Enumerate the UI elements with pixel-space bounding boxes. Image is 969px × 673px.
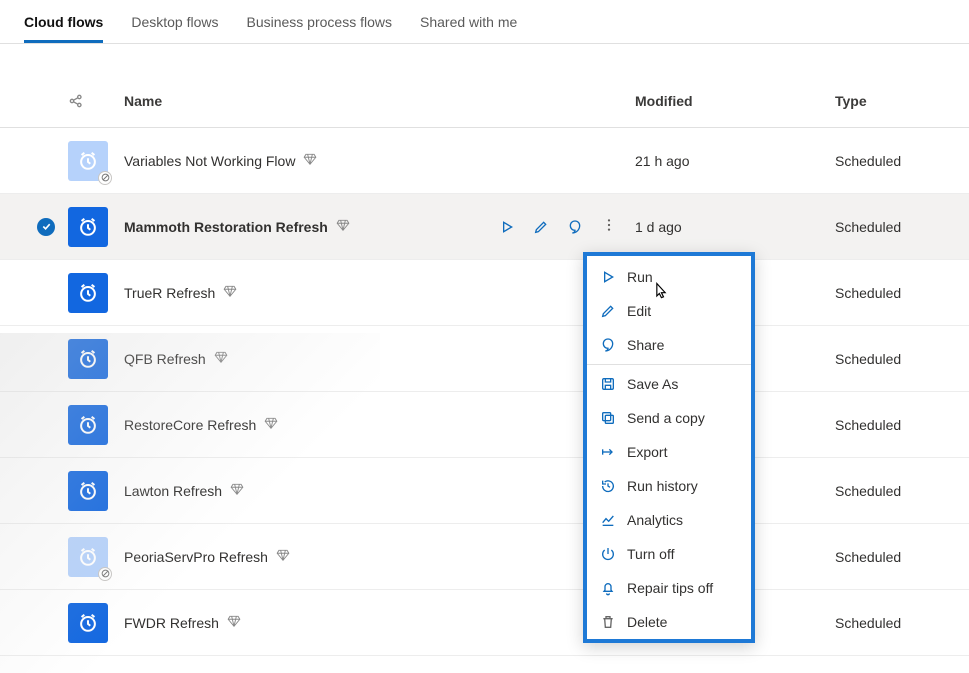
flow-type: Scheduled (835, 615, 945, 631)
flow-type: Scheduled (835, 549, 945, 565)
menu-item-save-as[interactable]: Save As (587, 367, 751, 401)
premium-icon (264, 416, 278, 433)
disabled-badge-icon (98, 171, 112, 185)
flow-clock-icon (68, 339, 108, 379)
menu-item-label: Send a copy (627, 410, 705, 426)
edit-button[interactable] (533, 219, 549, 235)
flow-name[interactable]: QFB Refresh (124, 351, 206, 367)
premium-icon (303, 152, 317, 169)
menu-item-label: Repair tips off (627, 580, 713, 596)
menu-divider (587, 364, 751, 365)
table-header: Name Modified Type (0, 74, 969, 128)
menu-item-label: Delete (627, 614, 667, 630)
flow-type: Scheduled (835, 285, 945, 301)
menu-item-turn-off[interactable]: Turn off (587, 537, 751, 571)
power-icon (599, 546, 617, 562)
more-actions-button[interactable] (601, 217, 617, 236)
history-icon (599, 478, 617, 494)
flow-name[interactable]: FWDR Refresh (124, 615, 219, 631)
premium-icon (214, 350, 228, 367)
table-row[interactable]: Lawton Refresh Scheduled (0, 458, 969, 524)
flow-tabs: Cloud flows Desktop flows Business proce… (0, 0, 969, 44)
menu-item-label: Share (627, 337, 664, 353)
col-header-modified[interactable]: Modified (635, 93, 835, 109)
menu-item-label: Run history (627, 478, 698, 494)
flow-type: Scheduled (835, 219, 945, 235)
analytics-icon (599, 512, 617, 528)
menu-item-label: Export (627, 444, 667, 460)
flow-type: Scheduled (835, 483, 945, 499)
menu-item-label: Edit (627, 303, 651, 319)
menu-item-share[interactable]: Share (587, 328, 751, 362)
flow-context-menu: Run Edit Share Save As Send a copy Export Run … (583, 252, 755, 643)
flow-type: Scheduled (835, 351, 945, 367)
col-header-type[interactable]: Type (835, 93, 945, 109)
menu-item-label: Turn off (627, 546, 674, 562)
flow-name[interactable]: Variables Not Working Flow (124, 153, 295, 169)
flow-modified: 21 h ago (635, 153, 835, 169)
menu-item-repair-tips-off[interactable]: Repair tips off (587, 571, 751, 605)
share-column-icon (68, 93, 118, 109)
menu-item-label: Analytics (627, 512, 683, 528)
table-row[interactable]: Mammoth Restoration Refresh 1 d agoSchedu… (0, 194, 969, 260)
menu-item-send-a-copy[interactable]: Send a copy (587, 401, 751, 435)
tab-cloud-flows[interactable]: Cloud flows (24, 8, 103, 43)
flow-clock-icon (68, 405, 108, 445)
table-row[interactable]: FWDR Refresh Scheduled (0, 590, 969, 656)
flow-clock-icon (68, 207, 108, 247)
flow-clock-icon (68, 141, 108, 181)
flow-name[interactable]: Lawton Refresh (124, 483, 222, 499)
share-icon (599, 337, 617, 353)
table-row[interactable]: QFB Refresh Scheduled (0, 326, 969, 392)
col-header-name[interactable]: Name (118, 93, 485, 109)
tab-business-process-flows[interactable]: Business process flows (246, 8, 392, 43)
premium-icon (230, 482, 244, 499)
play-icon (599, 269, 617, 285)
trash-icon (599, 614, 617, 630)
flow-clock-icon (68, 603, 108, 643)
pencil-icon (599, 303, 617, 319)
table-row[interactable]: Variables Not Working Flow 21 h agoSchedu… (0, 128, 969, 194)
premium-icon (223, 284, 237, 301)
menu-item-label: Run (627, 269, 653, 285)
premium-icon (227, 614, 241, 631)
table-row[interactable]: RestoreCore Refresh Scheduled (0, 392, 969, 458)
run-button[interactable] (499, 219, 515, 235)
flow-name[interactable]: RestoreCore Refresh (124, 417, 256, 433)
cursor-icon (651, 280, 671, 305)
flow-name[interactable]: PeoriaServPro Refresh (124, 549, 268, 565)
flow-name[interactable]: TrueR Refresh (124, 285, 215, 301)
flow-type: Scheduled (835, 417, 945, 433)
menu-item-label: Save As (627, 376, 678, 392)
flow-modified: 1 d ago (635, 219, 835, 235)
flow-type: Scheduled (835, 153, 945, 169)
menu-item-export[interactable]: Export (587, 435, 751, 469)
bell-icon (599, 580, 617, 596)
flow-clock-icon (68, 273, 108, 313)
flow-name[interactable]: Mammoth Restoration Refresh (124, 219, 328, 235)
tab-desktop-flows[interactable]: Desktop flows (131, 8, 218, 43)
saveas-icon (599, 376, 617, 392)
menu-item-analytics[interactable]: Analytics (587, 503, 751, 537)
premium-icon (336, 218, 350, 235)
row-selected-check-icon[interactable] (37, 218, 55, 236)
premium-icon (276, 548, 290, 565)
table-row[interactable]: TrueR Refresh Scheduled (0, 260, 969, 326)
disabled-badge-icon (98, 567, 112, 581)
tab-shared-with-me[interactable]: Shared with me (420, 8, 517, 43)
menu-item-run-history[interactable]: Run history (587, 469, 751, 503)
flows-list: Variables Not Working Flow21 h agoSchedu… (0, 128, 969, 656)
table-row[interactable]: PeoriaServPro Refresh Scheduled (0, 524, 969, 590)
share-button[interactable] (567, 219, 583, 235)
flow-clock-icon (68, 471, 108, 511)
export-icon (599, 444, 617, 460)
flow-clock-icon (68, 537, 108, 577)
menu-item-delete[interactable]: Delete (587, 605, 751, 639)
copy-icon (599, 410, 617, 426)
